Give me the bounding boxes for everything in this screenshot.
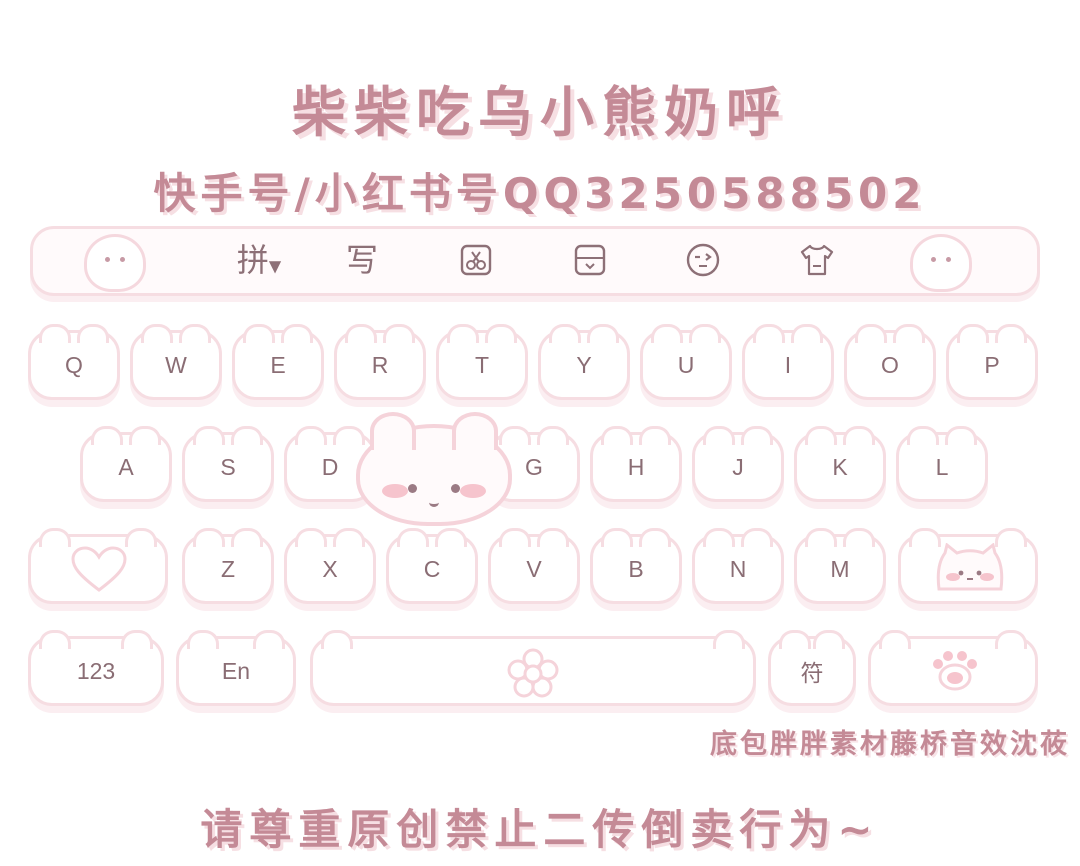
keyboard-collapse-icon xyxy=(574,244,606,276)
key-w[interactable]: W xyxy=(130,324,222,400)
keyboard-toolbar: 拼▼ 写 xyxy=(26,216,1042,298)
key-symbols[interactable]: 符 xyxy=(768,630,856,706)
caret-down-icon: ▼ xyxy=(268,256,282,276)
key-e[interactable]: E xyxy=(232,324,324,400)
key-j[interactable]: J xyxy=(692,426,784,502)
key-x[interactable]: X xyxy=(284,528,376,604)
key-label: P xyxy=(984,351,1000,378)
key-label: En xyxy=(221,657,251,684)
bear-eye xyxy=(408,484,417,493)
key-label: N xyxy=(729,555,747,582)
key-label: E xyxy=(270,351,286,378)
key-label: T xyxy=(474,351,490,378)
key-c[interactable]: C xyxy=(386,528,478,604)
key-v[interactable]: V xyxy=(488,528,580,604)
key-k[interactable]: K xyxy=(794,426,886,502)
key-i[interactable]: I xyxy=(742,324,834,400)
toolbar-emoji[interactable] xyxy=(682,238,724,282)
key-label: U xyxy=(677,351,695,378)
key-z[interactable]: Z xyxy=(182,528,274,604)
bear-blush xyxy=(382,484,408,498)
key-a[interactable]: A xyxy=(80,426,172,502)
toolbar-left-critter-icon xyxy=(84,234,146,292)
key-h[interactable]: H xyxy=(590,426,682,502)
keyboard-skin-preview: 柴柴吃乌小熊奶呼 快手号/小红书号QQ3250588502 拼▼ 写 Q W E… xyxy=(0,0,1080,866)
copyright-notice: 请尊重原创禁止二传倒卖行为~ xyxy=(200,805,880,854)
key-label: O xyxy=(881,351,899,378)
toolbar-handwrite[interactable]: 写 xyxy=(332,238,392,282)
bear-face-icon xyxy=(356,412,512,526)
page-title: 柴柴吃乌小熊奶呼 xyxy=(292,81,788,144)
key-label: W xyxy=(165,351,187,378)
key-label: R xyxy=(371,351,389,378)
key-n[interactable]: N xyxy=(692,528,784,604)
bear-ear xyxy=(452,412,498,450)
key-t[interactable]: T xyxy=(436,324,528,400)
key-b[interactable]: B xyxy=(590,528,682,604)
key-label: A xyxy=(118,453,134,480)
key-label: M xyxy=(830,555,850,582)
key-enter[interactable] xyxy=(868,630,1038,706)
scissors-box-icon xyxy=(460,244,492,276)
key-label: K xyxy=(832,453,848,480)
toolbar-collapse[interactable] xyxy=(570,238,610,282)
page-subtitle: 快手号/小红书号QQ3250588502 xyxy=(153,169,927,218)
flower-icon xyxy=(507,648,559,698)
kitten-face-icon xyxy=(936,543,1004,591)
key-space[interactable] xyxy=(310,630,756,706)
key-q[interactable]: Q xyxy=(28,324,120,400)
heart-icon xyxy=(71,546,127,592)
bear-blush xyxy=(460,484,486,498)
emoji-face-icon xyxy=(686,243,720,277)
tshirt-skin-icon xyxy=(800,244,834,276)
key-label: H xyxy=(627,453,645,480)
paw-icon xyxy=(933,651,977,691)
key-backspace[interactable] xyxy=(898,528,1038,604)
toolbar-clipboard[interactable] xyxy=(456,238,496,282)
key-label: I xyxy=(784,351,792,378)
toolbar-right-critter-icon xyxy=(910,234,972,292)
key-label: Y xyxy=(576,351,592,378)
key-label: C xyxy=(423,555,441,582)
input-mode-label: 拼 xyxy=(236,241,269,279)
key-label: L xyxy=(935,453,949,480)
key-s[interactable]: S xyxy=(182,426,274,502)
key-label: 符 xyxy=(800,660,824,686)
key-y[interactable]: Y xyxy=(538,324,630,400)
handwrite-label: 写 xyxy=(345,241,378,279)
bear-eye xyxy=(451,484,460,493)
toolbar-bar xyxy=(30,226,1040,296)
key-label: S xyxy=(220,453,236,480)
key-label: Z xyxy=(220,555,236,582)
key-label: 123 xyxy=(76,657,116,684)
bear-mouth xyxy=(429,498,439,507)
credit-text: 底包胖胖素材藤桥音效沈莜 xyxy=(710,729,1070,760)
key-label: J xyxy=(732,453,744,480)
key-m[interactable]: M xyxy=(794,528,886,604)
key-p[interactable]: P xyxy=(946,324,1038,400)
toolbar-skin[interactable] xyxy=(796,238,838,282)
key-label: Q xyxy=(65,351,83,378)
key-label: V xyxy=(526,555,542,582)
key-u[interactable]: U xyxy=(640,324,732,400)
key-numbers[interactable]: 123 xyxy=(28,630,164,706)
key-label: X xyxy=(322,555,338,582)
key-label: B xyxy=(628,555,644,582)
key-l[interactable]: L xyxy=(896,426,988,502)
key-shift[interactable] xyxy=(28,528,168,604)
key-r[interactable]: R xyxy=(334,324,426,400)
key-o[interactable]: O xyxy=(844,324,936,400)
toolbar-input-mode[interactable]: 拼▼ xyxy=(224,238,294,282)
bear-ear xyxy=(370,412,416,450)
key-language[interactable]: En xyxy=(176,630,296,706)
